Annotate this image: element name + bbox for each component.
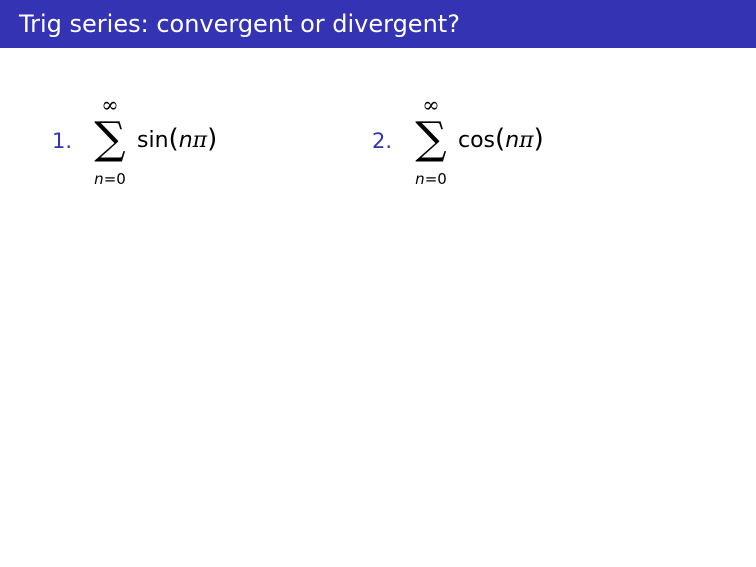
- summation-sign-2: ∑: [415, 113, 447, 164]
- open-paren-1: (: [168, 124, 179, 154]
- lower-limit-variable-2: n: [415, 170, 425, 188]
- argument-variable-2: n: [505, 128, 520, 153]
- close-paren-2: ): [533, 124, 544, 154]
- argument-pi-2: π: [519, 128, 534, 153]
- lower-limit-value-2: =0: [424, 170, 447, 188]
- title-bar: Trig series: convergent or divergent?: [0, 0, 756, 48]
- item-number-1: 1.: [52, 129, 73, 153]
- summand-1: sin(nπ): [137, 125, 217, 155]
- lower-limit-2: n=0: [401, 170, 461, 188]
- upper-limit-2: ∞: [422, 93, 440, 117]
- function-name-1: sin: [137, 128, 169, 153]
- upper-limit-1: ∞: [101, 93, 119, 117]
- function-name-2: cos: [458, 128, 496, 153]
- lower-limit-variable-1: n: [94, 170, 104, 188]
- slide-title: Trig series: convergent or divergent?: [19, 10, 460, 38]
- argument-variable-1: n: [178, 128, 193, 153]
- summation-sign-1: ∑: [94, 113, 126, 164]
- argument-pi-1: π: [192, 128, 208, 153]
- close-paren-1: ): [207, 124, 218, 154]
- open-paren-2: (: [495, 124, 506, 154]
- lower-limit-1: n=0: [80, 170, 140, 188]
- summand-2: cos(nπ): [458, 125, 544, 155]
- lower-limit-value-1: =0: [103, 170, 126, 188]
- item-number-2: 2.: [372, 129, 393, 153]
